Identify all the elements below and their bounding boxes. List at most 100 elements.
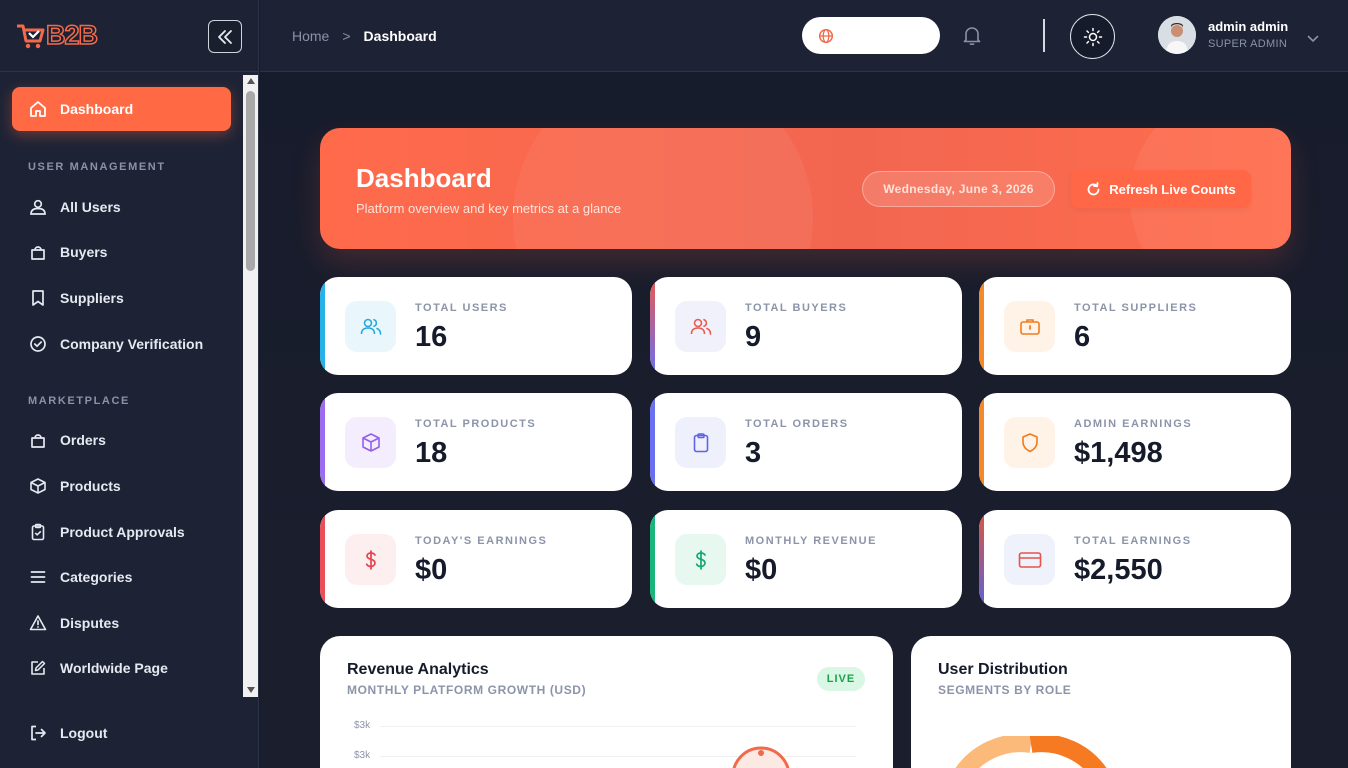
card-accent [979, 277, 984, 375]
check-circle-icon [29, 335, 47, 353]
sun-icon [1083, 27, 1102, 46]
sidebar-item-label: Dashboard [60, 101, 134, 117]
current-date: Wednesday, June 3, 2026 [862, 171, 1055, 207]
users-icon [675, 301, 726, 352]
shopping-bag-icon [29, 243, 47, 261]
stat-value: $0 [745, 554, 778, 586]
page-title: Dashboard [356, 163, 492, 193]
shopping-bag-icon [29, 431, 47, 449]
sidebar-item-categories[interactable]: Categories [12, 555, 231, 599]
card-accent [320, 510, 325, 608]
chevron-down-icon[interactable] [1307, 30, 1319, 48]
stat-value: 6 [1074, 321, 1091, 353]
briefcase-icon [1004, 301, 1055, 352]
panel-title: Revenue Analytics [347, 661, 489, 678]
section-user-management: USER MANAGEMENT [28, 161, 166, 173]
stat-card-admin-earnings: ADMIN EARNINGS $1,498 [979, 393, 1291, 491]
stat-value: 18 [415, 437, 448, 469]
sidebar-item-products[interactable]: Products [12, 464, 231, 508]
language-selector[interactable] [802, 17, 940, 54]
sidebar-item-label: Suppliers [60, 290, 124, 306]
stat-label: TOTAL ORDERS [745, 418, 849, 430]
distribution-donut-chart [955, 736, 1107, 768]
stat-value: 3 [745, 437, 762, 469]
stat-value: 9 [745, 321, 762, 353]
card-accent [320, 277, 325, 375]
edit-icon [29, 659, 47, 677]
sidebar-item-company-verification[interactable]: Company Verification [12, 322, 231, 366]
panel-subtitle: MONTHLY PLATFORM GROWTH (USD) [347, 683, 587, 697]
sidebar-item-orders[interactable]: Orders [12, 418, 231, 462]
sidebar-item-worldwide-page[interactable]: Worldwide Page [12, 646, 231, 690]
breadcrumb-current: Dashboard [363, 28, 437, 44]
dollar-icon [345, 534, 396, 585]
refresh-live-counts-button[interactable]: Refresh Live Counts [1071, 170, 1251, 208]
stat-value: $1,498 [1074, 437, 1163, 469]
avatar[interactable] [1158, 16, 1196, 54]
panel-subtitle: SEGMENTS BY ROLE [938, 683, 1072, 697]
breadcrumb-home[interactable]: Home [292, 28, 329, 44]
stat-label: TODAY'S EARNINGS [415, 535, 548, 547]
alert-triangle-icon [29, 614, 47, 632]
cart-logo-icon [15, 21, 45, 51]
notifications-bell-icon[interactable] [961, 24, 983, 46]
sidebar-item-label: Worldwide Page [60, 660, 168, 676]
top-bar: Home > Dashboard admin admin SUPER ADMIN [260, 0, 1348, 72]
header-divider [1043, 19, 1045, 52]
user-role: SUPER ADMIN [1208, 38, 1288, 50]
sidebar-item-all-users[interactable]: All Users [12, 185, 231, 229]
breadcrumb: Home > Dashboard [292, 28, 437, 44]
list-icon [29, 568, 47, 586]
dollar-icon [675, 534, 726, 585]
grid-line [380, 726, 856, 727]
collapse-sidebar-button[interactable] [208, 20, 242, 53]
theme-toggle-button[interactable] [1070, 14, 1115, 59]
card-accent [979, 393, 984, 491]
stat-card-total-users: TOTAL USERS 16 [320, 277, 632, 375]
revenue-line-marker [732, 746, 790, 768]
breadcrumb-separator: > [342, 28, 351, 44]
section-marketplace: MARKETPLACE [28, 395, 130, 407]
logout-button[interactable]: Logout [12, 711, 231, 755]
sidebar-item-suppliers[interactable]: Suppliers [12, 276, 231, 320]
card-accent [650, 393, 655, 491]
stat-value: $2,550 [1074, 554, 1163, 586]
stat-card-monthly-revenue: MONTHLY REVENUE $0 [650, 510, 962, 608]
sidebar-item-label: Company Verification [60, 336, 204, 352]
stat-label: ADMIN EARNINGS [1074, 418, 1193, 430]
stat-card-total-earnings: TOTAL EARNINGS $2,550 [979, 510, 1291, 608]
stat-label: TOTAL BUYERS [745, 302, 848, 314]
refresh-label: Refresh Live Counts [1109, 181, 1236, 197]
stat-card-total-buyers: TOTAL BUYERS 9 [650, 277, 962, 375]
sidebar-item-buyers[interactable]: Buyers [12, 230, 231, 274]
stat-label: TOTAL PRODUCTS [415, 418, 537, 430]
card-accent [650, 510, 655, 608]
sidebar-scrollbar[interactable] [243, 75, 258, 697]
stat-value: 16 [415, 321, 448, 353]
brand-bar: B2B [0, 0, 258, 72]
sidebar-item-dashboard[interactable]: Dashboard [12, 87, 231, 131]
logo-text: B2B [45, 19, 99, 51]
sidebar-item-label: Categories [60, 569, 133, 585]
main-content: Dashboard Platform overview and key metr… [260, 73, 1348, 768]
logout-label: Logout [60, 725, 108, 741]
clipboard-check-icon [29, 523, 47, 541]
sidebar-item-label: Disputes [60, 615, 120, 631]
card-accent [979, 510, 984, 608]
stat-value: $0 [415, 554, 448, 586]
sidebar-item-product-approvals[interactable]: Product Approvals [12, 510, 231, 554]
clipboard-icon [675, 417, 726, 468]
user-name[interactable]: admin admin [1208, 19, 1288, 34]
y-axis-tick: $3k [354, 750, 371, 761]
scroll-up-arrow-icon[interactable] [247, 78, 255, 84]
scroll-down-arrow-icon[interactable] [247, 687, 255, 693]
bookmark-icon [29, 289, 47, 307]
sidebar-item-disputes[interactable]: Disputes [12, 601, 231, 645]
stat-label: TOTAL EARNINGS [1074, 535, 1192, 547]
users-icon [29, 198, 47, 216]
y-axis-tick: $3k [354, 720, 371, 731]
box-icon [345, 417, 396, 468]
stat-label: TOTAL USERS [415, 302, 508, 314]
scrollbar-thumb[interactable] [246, 91, 255, 271]
logo[interactable]: B2B [15, 19, 99, 51]
